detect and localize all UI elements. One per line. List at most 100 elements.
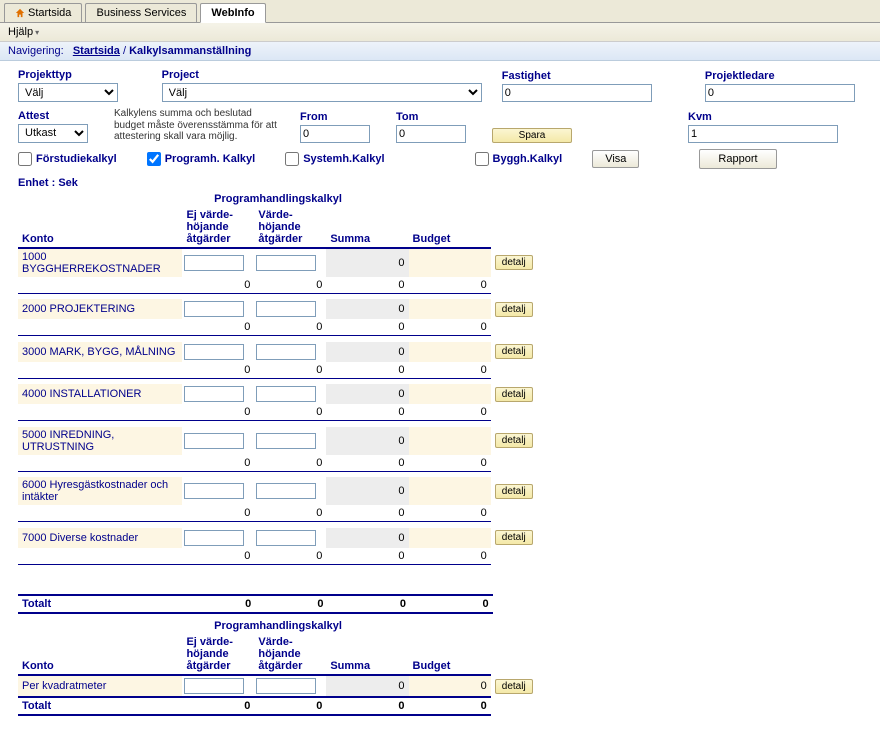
tom-input[interactable]	[396, 125, 466, 143]
project-label: Project	[162, 69, 486, 81]
tab-business-services[interactable]: Business Services	[85, 3, 197, 22]
col-konto: Konto	[18, 634, 182, 675]
help-label: Hjälp	[8, 26, 33, 38]
konto-label: 4000 INSTALLATIONER	[22, 388, 141, 400]
ej-input[interactable]	[184, 433, 244, 449]
tab-startsida[interactable]: Startsida	[4, 3, 82, 22]
breadcrumb-label: Navigering:	[8, 45, 64, 57]
detail-button[interactable]: detalj	[495, 679, 533, 694]
tom-label: Tom	[396, 111, 476, 123]
subtotal-row: 0000	[18, 362, 538, 379]
col-konto: Konto	[18, 207, 182, 248]
breadcrumb-current: Kalkylsammanställning	[129, 45, 251, 57]
section-title-2: Programhandlingskalkyl	[18, 620, 538, 632]
subtotal-row: 0000	[18, 548, 538, 565]
detail-button[interactable]: detalj	[495, 484, 533, 499]
subtotal-row: 0000	[18, 505, 538, 522]
detail-button[interactable]: detalj	[495, 530, 533, 545]
varde-input[interactable]	[256, 386, 316, 402]
subtotal-row: 0000	[18, 319, 538, 336]
projekttyp-select[interactable]: Välj	[18, 83, 118, 102]
col-summa: Summa	[326, 634, 408, 675]
fastighet-input[interactable]	[502, 84, 652, 102]
col-varde: Värde-höjande åtgärder	[254, 634, 326, 675]
ej-input[interactable]	[184, 530, 244, 546]
byggh-check[interactable]: Byggh.Kalkyl	[475, 152, 563, 166]
detail-button[interactable]: detalj	[495, 344, 533, 359]
varde-input[interactable]	[256, 483, 316, 499]
perkvm-varde-input[interactable]	[256, 678, 316, 694]
varde-input[interactable]	[256, 344, 316, 360]
konto-label: 2000 PROJEKTERING	[22, 303, 135, 315]
ej-input[interactable]	[184, 386, 244, 402]
help-menu[interactable]: Hjälp▾	[8, 26, 39, 38]
tab-label: Startsida	[28, 7, 71, 19]
ej-input[interactable]	[184, 483, 244, 499]
attest-label: Attest	[18, 110, 98, 122]
konto-label: 1000 BYGGHERREKOSTNADER	[22, 251, 161, 275]
spara-button[interactable]: Spara	[492, 128, 572, 143]
tab-bar: Startsida Business Services WebInfo	[0, 0, 880, 23]
from-input[interactable]	[300, 125, 370, 143]
projektledare-label: Projektledare	[705, 70, 862, 82]
section-title: Programhandlingskalkyl	[18, 193, 538, 205]
detail-button[interactable]: detalj	[495, 433, 533, 448]
total-row: Totalt 0 0 0 0	[18, 595, 538, 613]
kvm-label: Kvm	[688, 111, 848, 123]
projektledare-input[interactable]	[705, 84, 855, 102]
konto-label: 6000 Hyresgästkostnader och intäkter	[22, 479, 168, 503]
table-row: 3000 MARK, BYGG, MÅLNING0detalj	[18, 342, 538, 362]
varde-input[interactable]	[256, 301, 316, 317]
detail-button[interactable]: detalj	[495, 302, 533, 317]
table-row: 2000 PROJEKTERING0detalj	[18, 299, 538, 319]
col-budget: Budget	[409, 207, 491, 248]
subtotal-row: 0000	[18, 277, 538, 294]
col-ej: Ej värde-höjande åtgärder	[182, 207, 254, 248]
systemh-check[interactable]: Systemh.Kalkyl	[285, 152, 384, 166]
perkvm-ej-input[interactable]	[184, 678, 244, 694]
table-row: 4000 INSTALLATIONER0detalj	[18, 384, 538, 404]
breadcrumb: Navigering: Startsida / Kalkylsammanstäl…	[0, 42, 880, 61]
project-select[interactable]: Välj	[162, 83, 482, 102]
varde-input[interactable]	[256, 530, 316, 546]
table-row: 5000 INREDNING, UTRUSTNING0detalj	[18, 427, 538, 455]
varde-input[interactable]	[256, 255, 316, 271]
table-row: 6000 Hyresgästkostnader och intäkter0det…	[18, 477, 538, 505]
chevron-down-icon: ▾	[35, 28, 39, 37]
ej-input[interactable]	[184, 344, 244, 360]
breadcrumb-startsida[interactable]: Startsida	[73, 45, 120, 57]
table-row: 7000 Diverse kostnader0detalj	[18, 528, 538, 548]
rapport-button[interactable]: Rapport	[699, 149, 776, 169]
ej-input[interactable]	[184, 301, 244, 317]
ej-input[interactable]	[184, 255, 244, 271]
visa-button[interactable]: Visa	[592, 150, 639, 168]
attest-select[interactable]: Utkast	[18, 124, 88, 143]
konto-label: 7000 Diverse kostnader	[22, 532, 138, 544]
forstudie-label: Förstudiekalkyl	[36, 153, 117, 165]
perkvm-label: Per kvadratmeter	[22, 680, 106, 692]
kvm-input[interactable]	[688, 125, 838, 143]
unit-label: Enhet : Sek	[18, 177, 862, 189]
col-summa: Summa	[326, 207, 408, 248]
fastighet-label: Fastighet	[502, 70, 659, 82]
detail-button[interactable]: detalj	[495, 387, 533, 402]
projekttyp-label: Projekttyp	[18, 69, 146, 81]
systemh-label: Systemh.Kalkyl	[303, 153, 384, 165]
table-row: 1000 BYGGHERREKOSTNADER0detalj	[18, 248, 538, 277]
programh-check[interactable]: Programh. Kalkyl	[147, 152, 255, 166]
subtotal-row: 0000	[18, 404, 538, 421]
col-ej: Ej värde-höjande åtgärder	[182, 634, 254, 675]
from-label: From	[300, 111, 380, 123]
konto-label: 5000 INREDNING, UTRUSTNING	[22, 429, 114, 453]
varde-input[interactable]	[256, 433, 316, 449]
col-budget: Budget	[409, 634, 491, 675]
detail-button[interactable]: detalj	[495, 255, 533, 270]
total-row-2: Totalt 0 0 0 0	[18, 697, 538, 715]
home-icon	[15, 8, 25, 18]
help-bar: Hjälp▾	[0, 23, 880, 42]
programh-label: Programh. Kalkyl	[165, 153, 255, 165]
forstudie-check[interactable]: Förstudiekalkyl	[18, 152, 117, 166]
byggh-label: Byggh.Kalkyl	[493, 153, 563, 165]
tab-webinfo[interactable]: WebInfo	[200, 3, 265, 23]
perkvm-row: Per kvadratmeter 0 0 detalj	[18, 675, 538, 697]
